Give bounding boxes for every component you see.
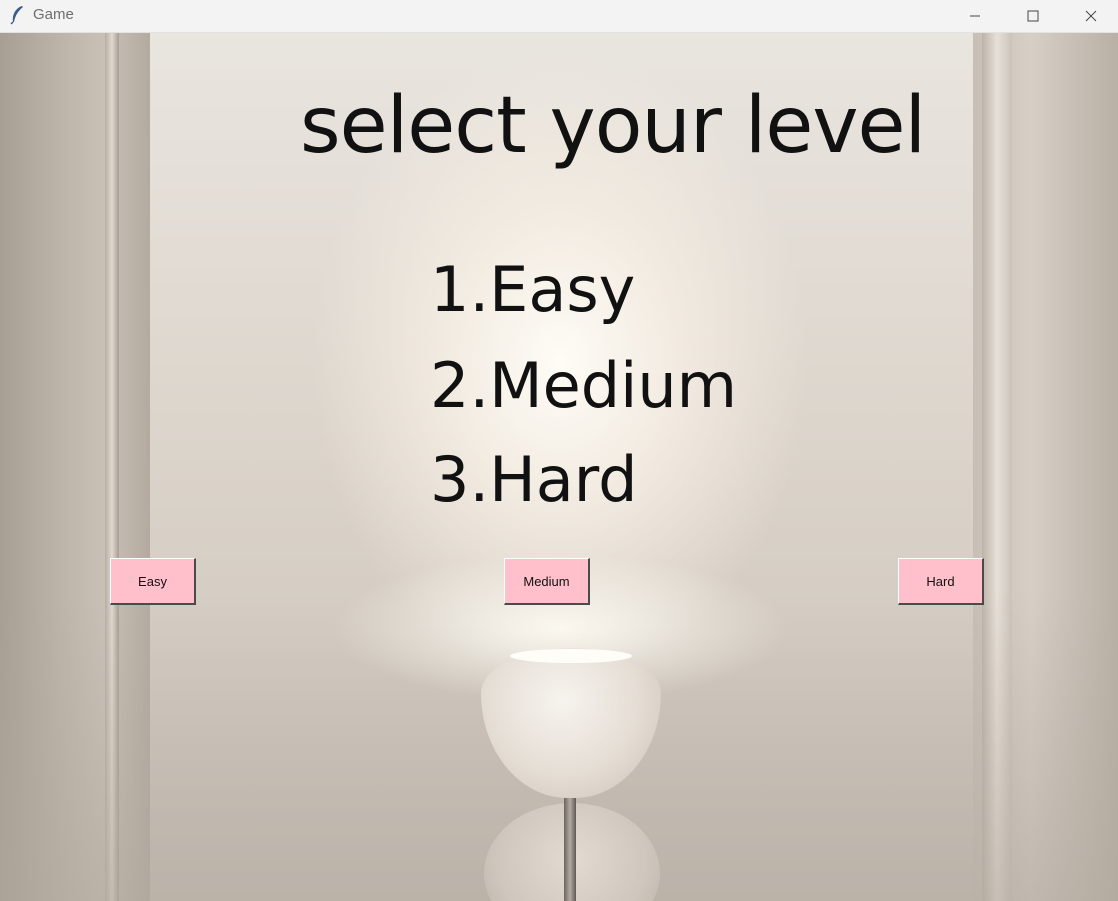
page-title: select your level [300,81,926,171]
lamp-rim [510,649,632,663]
lamp-stem [564,798,576,901]
close-button[interactable] [1062,0,1118,32]
level-option-medium: 2.Medium [430,349,738,422]
level-select-canvas: select your level 1.Easy 2.Medium 3.Hard… [0,33,1118,901]
hard-button[interactable]: Hard [898,558,984,605]
title-bar[interactable]: Game [0,0,1118,33]
maximize-icon [1027,7,1039,26]
minimize-button[interactable] [946,0,1004,32]
level-option-hard: 3.Hard [430,443,638,516]
window-title: Game [33,6,74,23]
easy-button[interactable]: Easy [110,558,196,605]
medium-button[interactable]: Medium [504,558,590,605]
maximize-button[interactable] [1004,0,1062,32]
minimize-icon [969,7,981,26]
feather-icon [9,5,25,25]
game-window: Game select your level 1.Easy 2.Medium 3… [0,0,1118,901]
level-option-easy: 1.Easy [430,253,636,326]
close-icon [1085,7,1097,26]
